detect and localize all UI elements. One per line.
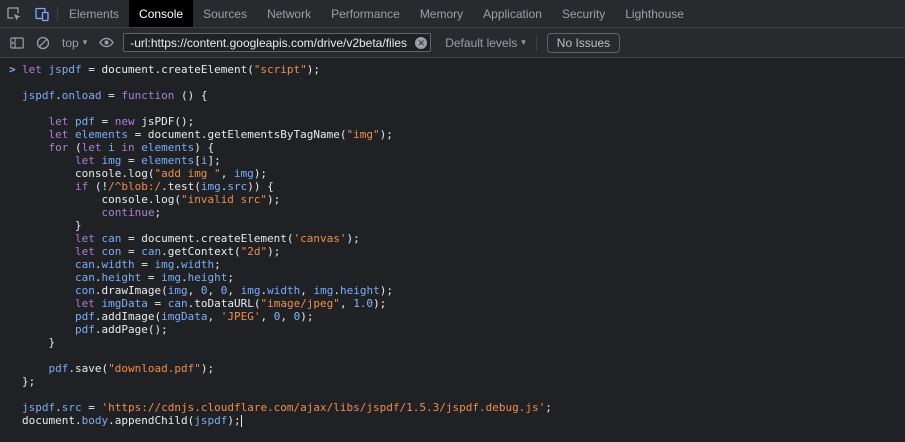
tab-lighthouse[interactable]: Lighthouse: [615, 0, 694, 27]
tab-network[interactable]: Network: [257, 0, 321, 27]
chevron-down-icon: ▾: [521, 37, 526, 48]
code-line: pdf.save("download.pdf");: [22, 362, 905, 375]
code-line: let can = document.createElement('canvas…: [22, 232, 905, 245]
code-line: let imgData = can.toDataURL("image/jpeg"…: [22, 297, 905, 310]
tab-elements[interactable]: Elements: [59, 0, 129, 27]
code-line: jspdf.src = 'https://cdnjs.cloudflare.co…: [22, 401, 905, 414]
code-line: [22, 102, 905, 115]
code-line: let pdf = new jsPDF();: [22, 115, 905, 128]
clear-filter-icon[interactable]: ✕: [415, 37, 427, 49]
code-line: pdf.addPage();: [22, 323, 905, 336]
code-line: can.height = img.height;: [22, 271, 905, 284]
inspect-element-glyph: [6, 6, 22, 22]
console-sidebar-icon[interactable]: [4, 30, 30, 56]
tab-performance[interactable]: Performance: [321, 0, 410, 27]
code-line: [22, 349, 905, 362]
toolbar-divider: [57, 6, 58, 21]
tab-application[interactable]: Application: [473, 0, 552, 27]
code-line: for (let i in elements) {: [22, 141, 905, 154]
code-line: let con = can.getContext("2d");: [22, 245, 905, 258]
code-line: can.width = img.width;: [22, 258, 905, 271]
toolbar-divider: [536, 35, 537, 51]
log-levels-selector[interactable]: Default levels ▾: [439, 36, 532, 50]
console-toolbar: top ▾ ✕ Default levels ▾ No Issues: [0, 28, 905, 58]
code-line: };: [22, 375, 905, 388]
tab-security[interactable]: Security: [552, 0, 615, 27]
context-selector-label: top: [62, 36, 79, 50]
tab-sources[interactable]: Sources: [193, 0, 257, 27]
code-line: let img = elements[i];: [22, 154, 905, 167]
code-line: console.log("invalid src");: [22, 193, 905, 206]
eye-glyph: [98, 34, 115, 51]
panel-tabs: ElementsConsoleSourcesNetworkPerformance…: [59, 0, 694, 27]
devtools-tabbar: ElementsConsoleSourcesNetworkPerformance…: [0, 0, 905, 28]
code-line: }: [22, 219, 905, 232]
text-caret: [241, 415, 242, 427]
code-line: [22, 388, 905, 401]
console-filter-input[interactable]: [123, 33, 431, 52]
code-line: console.log("add img ", img);: [22, 167, 905, 180]
devtools-window: ElementsConsoleSourcesNetworkPerformance…: [0, 0, 905, 442]
console-filter: ✕: [123, 33, 431, 52]
code-line: con.drawImage(img, 0, 0, img.width, img.…: [22, 284, 905, 297]
code-line: continue;: [22, 206, 905, 219]
device-toolbar-glyph: [34, 6, 50, 22]
clear-console-icon[interactable]: [30, 30, 56, 56]
code-line: if (!/^blob:/.test(img.src)) {: [22, 180, 905, 193]
tab-console[interactable]: Console: [129, 0, 193, 27]
code-line: let jspdf = document.createElement("scri…: [22, 63, 905, 76]
chevron-down-icon: ▾: [83, 37, 88, 48]
code-line: jspdf.onload = function () {: [22, 89, 905, 102]
inspect-element-icon[interactable]: [0, 0, 28, 27]
tab-memory[interactable]: Memory: [410, 0, 473, 27]
console-panel[interactable]: > let jspdf = document.createElement("sc…: [0, 58, 905, 442]
log-levels-label: Default levels: [445, 36, 517, 50]
context-selector[interactable]: top ▾: [56, 36, 93, 50]
console-prompt-chevron: >: [9, 63, 16, 76]
code-line: let elements = document.getElementsByTag…: [22, 128, 905, 141]
code-line: [22, 76, 905, 89]
console-input-code[interactable]: let jspdf = document.createElement("scri…: [0, 58, 905, 427]
issues-button[interactable]: No Issues: [547, 33, 620, 53]
console-sidebar-glyph: [9, 35, 25, 51]
clear-console-glyph: [35, 35, 51, 51]
code-line: pdf.addImage(imgData, 'JPEG', 0, 0);: [22, 310, 905, 323]
live-expression-eye-icon[interactable]: [93, 30, 119, 56]
code-line: }: [22, 336, 905, 349]
code-line: document.body.appendChild(jspdf);: [22, 414, 905, 427]
toggle-device-toolbar-icon[interactable]: [28, 0, 56, 27]
